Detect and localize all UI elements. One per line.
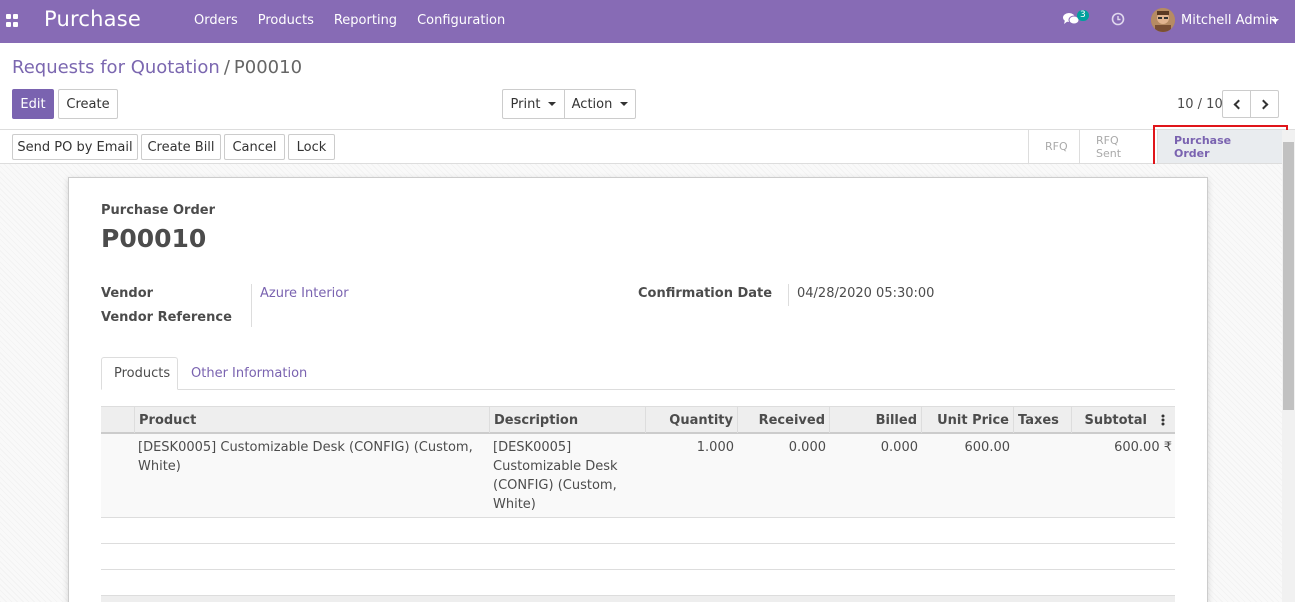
field-divider [788,284,789,306]
optional-columns-icon[interactable] [1151,407,1175,433]
vendor-label: Vendor [101,286,154,301]
create-button[interactable]: Create [58,89,118,119]
line-quantity[interactable]: 1.000 [645,438,734,457]
column-subtotal[interactable]: Subtotal [1071,407,1151,433]
action-dropdown[interactable]: Action [564,89,636,119]
vendor-field[interactable]: Azure Interior [260,286,349,301]
vendor-reference-field[interactable] [260,310,560,326]
user-menu-caret-icon[interactable] [1271,19,1279,23]
action-caret-icon [620,102,629,106]
chevron-right-icon [1258,99,1268,109]
activity-clock-icon[interactable] [1111,12,1125,26]
line-description[interactable]: [DESK0005] Customizable Desk (CONFIG) (C… [493,438,643,514]
cancel-button[interactable]: Cancel [224,134,285,160]
vendor-link[interactable]: Azure Interior [260,286,349,301]
column-taxes[interactable]: Taxes [1013,407,1071,433]
line-description-text: [DESK0005] [493,440,572,455]
confirmation-date-field[interactable]: 04/28/2020 05:30:00 [797,286,934,301]
line-received[interactable]: 0.000 [737,438,826,457]
stage-rfq[interactable]: RFQ [1028,130,1079,163]
pager-next-button[interactable] [1250,90,1279,118]
top-navbar: Purchase Orders Products Reporting Confi… [0,0,1295,43]
column-received[interactable]: Received [737,407,829,433]
create-bill-button[interactable]: Create Bill [141,134,221,160]
menu-configuration[interactable]: Configuration [417,13,505,28]
action-label: Action [571,96,613,112]
breadcrumb-parent[interactable]: Requests for Quotation [12,57,220,78]
line-description-text: (CONFIG) (Custom, [493,478,617,493]
print-label: Print [510,96,541,112]
line-unit-price[interactable]: 600.00 [921,438,1011,457]
line-product[interactable]: [DESK0005] Customizable Desk (CONFIG) (C… [138,438,488,476]
line-description-text: White) [493,497,536,512]
lock-button[interactable]: Lock [288,134,335,160]
breadcrumb-current: P00010 [233,57,303,78]
column-description[interactable]: Description [489,407,645,433]
menu-reporting[interactable]: Reporting [334,13,397,28]
row-divider [101,569,1175,570]
menu-products[interactable]: Products [258,13,314,28]
stage-purchase-order: Purchase Order [1157,130,1282,163]
send-po-email-button[interactable]: Send PO by Email [12,134,138,160]
scrollbar-thumb[interactable] [1283,142,1294,410]
print-dropdown[interactable]: Print [502,89,565,119]
column-product[interactable]: Product [134,407,489,433]
line-description-text: Customizable Desk [493,459,618,474]
avatar[interactable] [1151,8,1175,32]
column-quantity[interactable]: Quantity [645,407,737,433]
pager-value[interactable]: 10 / 10 [1177,97,1223,112]
chevron-left-icon [1233,99,1243,109]
tab-products[interactable]: Products [101,357,178,390]
breadcrumb-separator: / [223,57,230,78]
document-type-label: Purchase Order [101,203,216,218]
line-subtotal: 600.00 ₹ [1114,440,1172,455]
column-billed[interactable]: Billed [829,407,921,433]
status-stages: RFQ RFQ Sent Purchase Order [1028,130,1282,163]
edit-button[interactable]: Edit [12,89,54,119]
form-tabs: Products Other Information [101,357,1175,390]
row-divider [101,517,1175,518]
table-footer [101,595,1175,602]
app-name: Purchase [44,7,141,31]
table-header: Product Description Quantity Received Bi… [101,406,1175,434]
chat-badge: 3 [1077,10,1089,21]
line-billed[interactable]: 0.000 [829,438,918,457]
breadcrumb: Requests for Quotation / P00010 [12,57,302,78]
pager-previous-button[interactable] [1222,90,1251,118]
apps-menu-icon[interactable] [6,14,19,27]
field-divider [251,284,252,327]
column-unit-price[interactable]: Unit Price [921,407,1013,433]
stage-rfq-sent[interactable]: RFQ Sent [1079,130,1157,163]
vendor-reference-label: Vendor Reference [101,310,232,325]
row-divider [101,543,1175,544]
confirmation-date-label: Confirmation Date [638,286,773,301]
user-menu-name[interactable]: Mitchell Admin [1181,13,1277,28]
order-name: P00010 [101,224,207,253]
tab-other-information[interactable]: Other Information [179,357,319,390]
print-caret-icon [548,102,557,106]
main-menu: Orders Products Reporting Configuration [194,13,525,28]
menu-orders[interactable]: Orders [194,13,238,28]
